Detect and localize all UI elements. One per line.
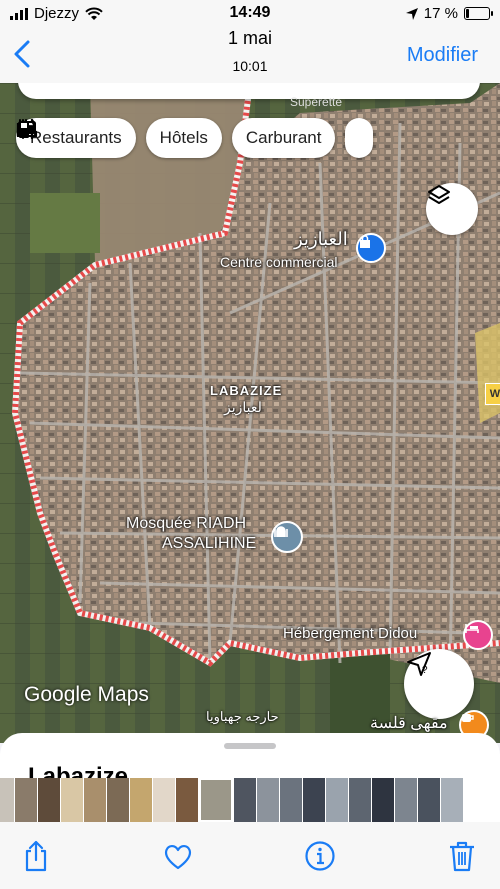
thumbnail[interactable] [326,778,348,822]
info-icon [305,841,335,871]
thumbnail[interactable] [15,778,37,822]
thumbnail[interactable] [0,778,14,822]
thumbnail-selected[interactable] [199,778,233,822]
status-right: 17 % [405,5,493,22]
road-sign: W [485,383,500,405]
battery-icon [464,7,493,20]
google-maps-attribution: Google Maps [24,683,149,706]
battery-percent: 17 % [423,5,458,22]
share-icon [25,840,47,872]
coffee-cup-icon [462,714,474,722]
chip-label: Hôtels [159,128,208,147]
trash-icon [450,841,474,872]
chip-hotels[interactable]: Hôtels [16,118,222,158]
cafe-label-arabic: مقهى قلسة [370,715,448,732]
chip-label: Restaurants [30,128,122,147]
favorite-button[interactable] [162,840,194,872]
nav-bar: 1 mai 10:01 Modifier [0,28,500,83]
modify-button[interactable]: Modifier [407,44,478,67]
place-sheet[interactable]: Labazize [0,733,500,783]
thumbnail[interactable] [153,778,175,822]
sheet-grabber[interactable] [224,743,276,749]
info-button[interactable] [304,840,336,872]
thumbnail[interactable] [107,778,129,822]
search-card[interactable] [18,83,480,99]
mall-pin[interactable] [356,233,386,263]
mosque-label-line1: Mosquée RIADH [126,515,247,532]
hotel-pin[interactable] [463,620,493,650]
heart-icon [165,844,191,870]
category-chips: Restaurants Hôtels Carburant [16,118,374,158]
thumbnail[interactable] [257,778,279,822]
shopping-bag-icon [360,235,370,248]
thumbnail[interactable] [303,778,325,822]
delete-button[interactable] [446,840,478,872]
thumbnail[interactable] [130,778,152,822]
mosque-label-line2: ASSALIHINE [162,535,257,552]
chip-label: Carburant [245,128,322,147]
thumbnail[interactable] [441,778,463,822]
layers-button[interactable] [426,183,478,235]
street-label-arabic: حارجه جهباويا [206,709,279,724]
status-bar: Djezzy 14:49 17 % [0,0,500,28]
layers-icon [428,185,450,204]
thumbnail[interactable] [418,778,440,822]
map-view[interactable]: Superette Restaurants Hôtels Carburant ا… [0,83,500,743]
thumbnail[interactable] [280,778,302,822]
mall-label-arabic: العبازيز [294,229,348,249]
mall-label: Centre commercial [220,254,338,270]
mosque-icon [274,526,288,537]
navigation-arrow-icon: ? [407,652,431,676]
thumbnail[interactable] [84,778,106,822]
location-arrow-icon [405,7,418,20]
town-label-arabic: لعبازيز [224,399,262,415]
hotel-label: Hébergement Didou [283,625,418,642]
thumbnail[interactable] [176,778,198,822]
thumbnail[interactable] [395,778,417,822]
thumbnail[interactable] [38,778,60,822]
share-button[interactable] [20,840,52,872]
mosque-pin[interactable] [271,521,303,553]
chip-more[interactable] [17,118,374,158]
locate-button[interactable]: ? [404,649,474,719]
map-label-superette[interactable]: Superette [290,95,342,109]
thumbnail[interactable] [234,778,256,822]
shopping-icon [17,121,37,137]
chip-fuel[interactable]: Carburant [19,118,336,158]
town-label: LABAZIZE [210,383,283,398]
bed-icon [465,624,479,633]
thumbnail[interactable] [372,778,394,822]
svg-text:?: ? [422,665,428,676]
bottom-toolbar [0,822,500,889]
thumbnail[interactable] [349,778,371,822]
photo-thumbnail-strip[interactable] [0,778,500,822]
thumbnail[interactable] [61,778,83,822]
